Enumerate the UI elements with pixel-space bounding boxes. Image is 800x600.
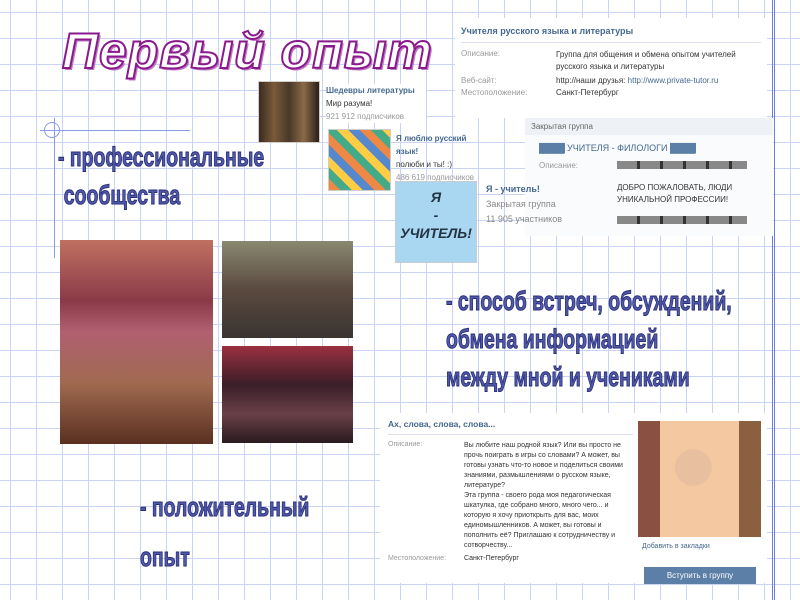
location: Санкт-Петербург [556, 88, 619, 97]
decor-border [617, 161, 747, 169]
bullet-line: - профессиональные [58, 142, 265, 173]
label: Описание: [461, 49, 501, 58]
margin-line [772, 0, 775, 600]
decor-circle [44, 122, 60, 138]
bullet-meetings: - способ встреч, обсуждений, обмена инфо… [446, 282, 732, 396]
poster-text: - [433, 207, 439, 223]
event-photo-stage [60, 240, 213, 444]
group-name[interactable]: Шедевры литературы [326, 84, 426, 97]
group-card-filologi: Закрытая группа ████ УЧИТЕЛЯ - ФИЛОЛОГИ … [525, 118, 773, 236]
group-type: Закрытая группа [486, 199, 556, 209]
bullet-line: сообщества [63, 180, 181, 211]
bullet-experience: - положительный опыт [140, 482, 310, 582]
decor-rule-vertical [54, 118, 55, 258]
bullet-line: обмена информацией [446, 324, 659, 355]
join-group-button[interactable]: Вступить в группу [644, 567, 756, 584]
bullet-communities: - профессиональные сообщества [58, 138, 265, 214]
poster-text: Я [430, 189, 442, 205]
ya-uchitel-poster[interactable]: Я - УЧИТЕЛЬ! [395, 181, 477, 263]
label: Местоположение: [388, 555, 447, 562]
member-count: 11 905 участников [486, 214, 562, 224]
baby-with-books-image [638, 421, 761, 537]
group-description: Группа для общения и обмена опытом учите… [556, 50, 736, 71]
group-title[interactable]: Ах, слова, слова, слова... [388, 419, 633, 435]
add-bookmark-link[interactable]: Добавить в закладки [642, 543, 710, 550]
location: Санкт-Петербург [464, 555, 519, 562]
poster-text: УЧИТЕЛЬ! [400, 225, 472, 241]
label: Описание: [539, 161, 579, 170]
group-description: Вы любите наш родной язык? Или вы просто… [464, 442, 623, 489]
event-photo-group [222, 241, 353, 338]
group-card-teachers: Учителя русского языка и литературы Опис… [455, 18, 767, 118]
list-item: Шедевры литературы Мир разума! 921 912 п… [326, 84, 426, 123]
group-title[interactable]: УЧИТЕЛЯ - ФИЛОЛОГИ [567, 143, 667, 153]
bullet-line: между мной и учениками [446, 362, 690, 393]
ya-uchitel-info: Я - учитель! Закрытая группа 11 905 учас… [486, 182, 562, 227]
books-thumbnail[interactable] [258, 81, 320, 143]
group-type: Закрытая группа [525, 118, 773, 135]
group-status: полюби и ты! :) [396, 160, 452, 169]
list-item: Я люблю русский язык! полюби и ты! :) 48… [396, 132, 488, 184]
decor-rule [40, 130, 190, 131]
decor-border [617, 216, 747, 224]
group-title[interactable]: Учителя русского языка и литературы [461, 26, 761, 43]
event-photo-party [222, 346, 353, 443]
label: Описание: [388, 441, 423, 448]
group-status: Мир разума! [326, 99, 373, 108]
bullet-line: - способ встреч, обсуждений, [446, 286, 732, 317]
group-card-slova: Ах, слова, слова, слова... Описание: Вы … [380, 413, 767, 584]
label: Веб-сайт: [461, 76, 497, 85]
group-name[interactable]: Я - учитель! [486, 182, 562, 197]
bullet-line: опыт [140, 542, 190, 573]
website-link[interactable]: http://www.private-tutor.ru [628, 76, 719, 85]
site-prefix: http://наши друзья: [556, 76, 628, 85]
subscriber-count: 921 912 подписчиков [326, 112, 405, 121]
group-name[interactable]: Я люблю русский язык! [396, 132, 488, 158]
bullet-line: - положительный [140, 492, 310, 523]
group-description: Эта группа - своего рода моя педагогичес… [464, 492, 616, 549]
slide-title: Первый опыт [61, 22, 433, 80]
label: Местоположение: [461, 88, 528, 97]
people-thumbnail[interactable] [328, 129, 391, 191]
